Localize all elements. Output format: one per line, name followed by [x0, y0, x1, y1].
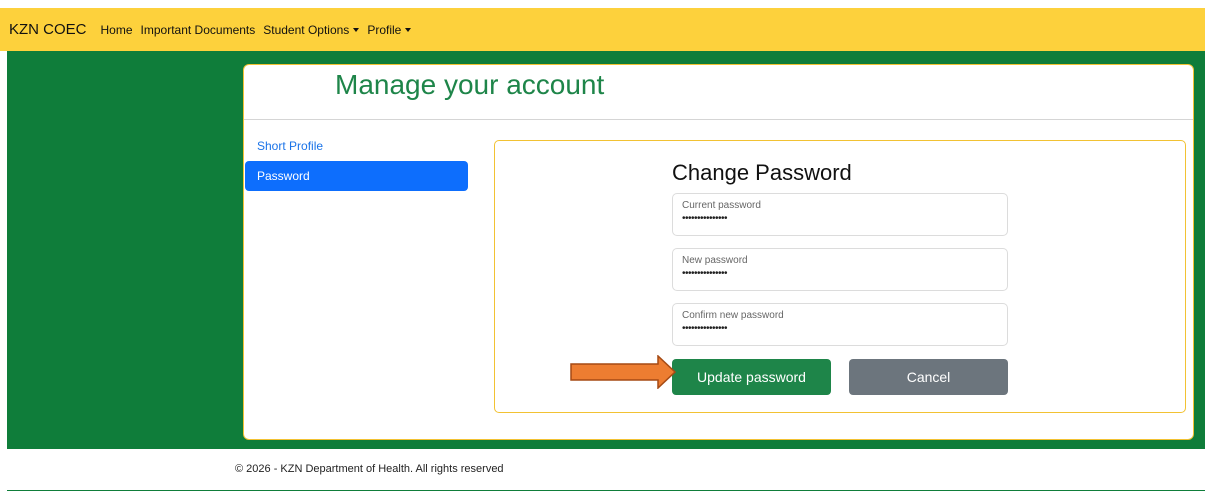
new-password-field[interactable]: New password •••••••••••••••: [672, 248, 1008, 291]
nav-home[interactable]: Home: [101, 23, 133, 37]
footer-copyright: © 2026 - KZN Department of Health. All r…: [235, 463, 504, 475]
arrow-right-icon: [570, 355, 676, 389]
current-password-value: •••••••••••••••: [682, 213, 728, 224]
update-password-button[interactable]: Update password: [672, 359, 831, 395]
footer-divider: [7, 490, 1205, 491]
new-password-label: New password: [682, 255, 748, 266]
top-strip: [0, 0, 1205, 8]
nav-home-label: Home: [100, 22, 133, 37]
sidebar-item-short-profile[interactable]: Short Profile: [257, 139, 323, 153]
brand-link[interactable]: KZN COEC: [9, 21, 87, 38]
nav-important-documents-label: Important Documents: [140, 22, 256, 37]
nav-important-documents[interactable]: Important Documents: [141, 23, 256, 37]
current-password-field[interactable]: Current password •••••••••••••••: [672, 193, 1008, 236]
navbar: KZN COEC Home Important Documents Studen…: [0, 8, 1205, 51]
nav-profile-dropdown[interactable]: Profile: [367, 22, 412, 37]
nav-student-options-label: Student Options: [263, 22, 350, 37]
nav-student-options-dropdown[interactable]: Student Options: [263, 22, 360, 37]
confirm-password-label: Confirm new password: [682, 310, 784, 321]
new-password-value: •••••••••••••••: [682, 268, 728, 279]
caret-down-icon: [353, 27, 360, 32]
caret-down-icon: [405, 27, 412, 32]
nav-profile-label: Profile: [367, 22, 402, 37]
card-header: Manage your account: [244, 65, 1193, 120]
sidebar-item-password[interactable]: Password: [245, 161, 468, 191]
manage-account-card: Manage your account Short Profile Passwo…: [243, 64, 1194, 440]
confirm-password-value: •••••••••••••••: [682, 323, 728, 334]
confirm-password-field[interactable]: Confirm new password •••••••••••••••: [672, 303, 1008, 346]
change-password-title: Change Password: [672, 160, 852, 185]
current-password-label: Current password: [682, 200, 761, 211]
page-title: Manage your account: [335, 69, 605, 100]
cancel-button[interactable]: Cancel: [849, 359, 1008, 395]
